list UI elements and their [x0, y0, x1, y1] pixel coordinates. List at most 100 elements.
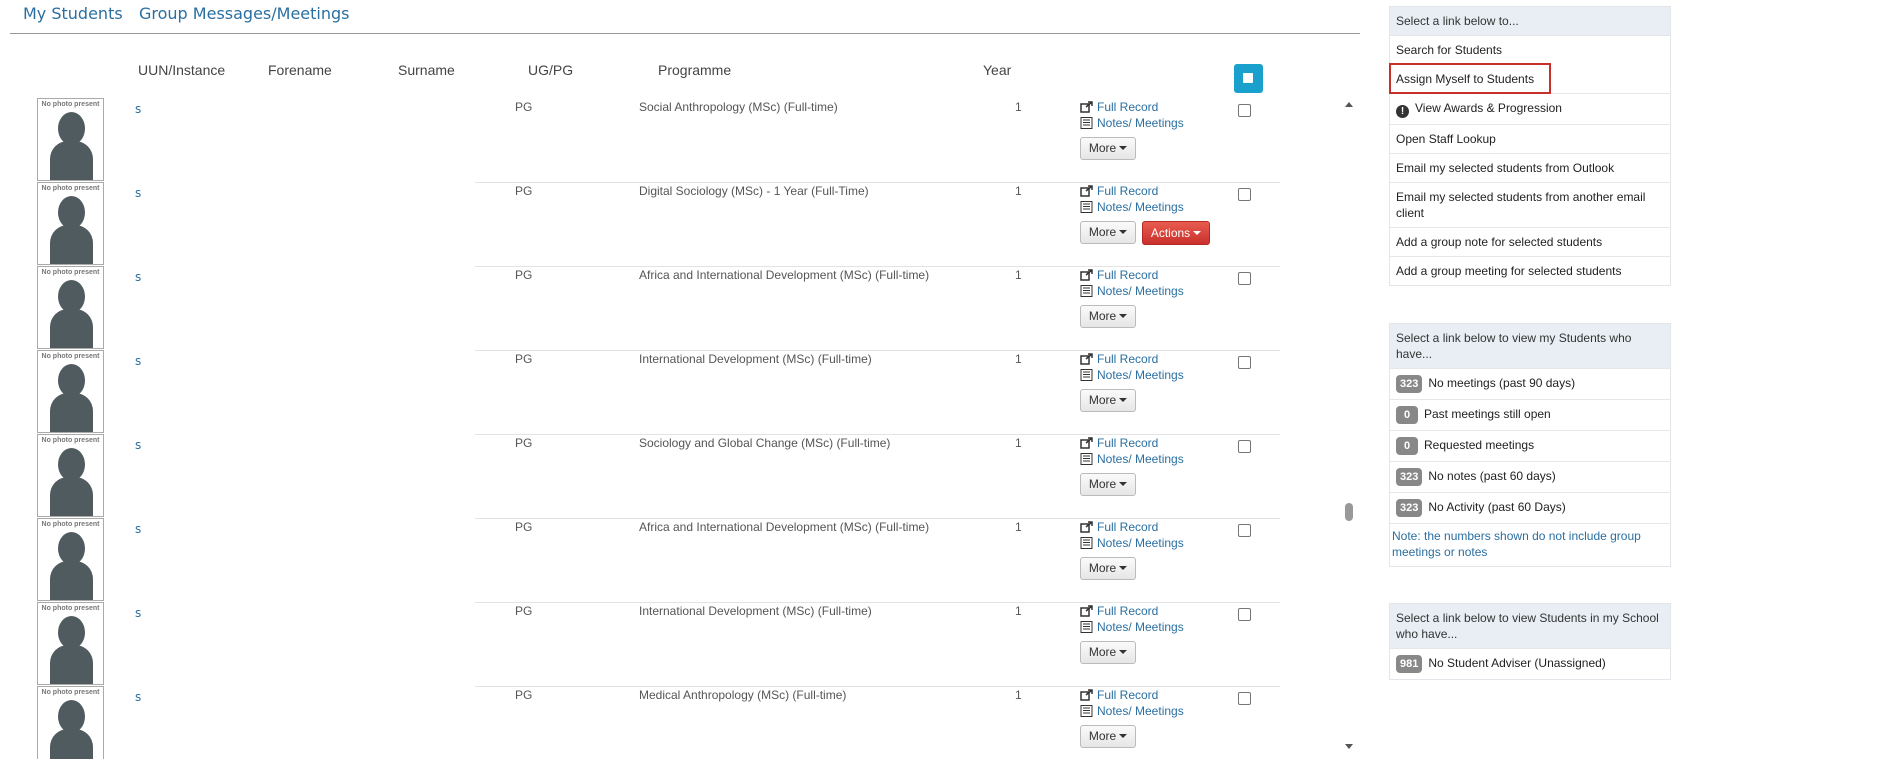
count-badge: 323 [1396, 375, 1423, 393]
link-add-group-meeting[interactable]: Add a group meeting for selected student… [1390, 256, 1670, 285]
row-divider [475, 182, 1280, 183]
tab-group-messages-meetings[interactable]: Group Messages/Meetings [139, 4, 350, 23]
my-students-filters-panel: Select a link below to view my Students … [1389, 323, 1671, 567]
count-badge: 981 [1396, 655, 1423, 673]
silhouette-body-icon [50, 561, 93, 600]
more-dropdown-button[interactable]: More [1080, 305, 1136, 328]
external-link-icon [1080, 268, 1097, 282]
link-assign-myself-to-students[interactable]: Assign Myself to Students [1389, 63, 1551, 94]
select-all-button[interactable] [1234, 64, 1263, 93]
student-uun-link[interactable]: s [135, 270, 141, 284]
notes-meetings-link[interactable]: Notes/ Meetings [1080, 536, 1184, 550]
student-uun-link[interactable]: s [135, 438, 141, 452]
notes-icon [1080, 536, 1097, 550]
more-label: More [1088, 477, 1117, 491]
notes-meetings-label: Notes/ Meetings [1097, 704, 1184, 718]
filter-link[interactable]: 323 No meetings (past 90 days) [1390, 368, 1670, 399]
filter-link[interactable]: 323 No notes (past 60 days) [1390, 461, 1670, 492]
column-header-level[interactable]: UG/PG [528, 62, 573, 78]
notes-meetings-link[interactable]: Notes/ Meetings [1080, 116, 1184, 130]
link-email-other-client[interactable]: Email my selected students from another … [1390, 182, 1670, 227]
notes-icon [1080, 284, 1097, 298]
photo-placeholder-text: No photo present [41, 521, 100, 528]
notes-icon [1080, 116, 1097, 130]
link-search-for-students[interactable]: Search for Students [1390, 35, 1670, 64]
table-row: No photo present s PG Social Anthropology (… [0, 98, 1300, 182]
student-photo-placeholder: No photo present [37, 518, 104, 601]
link-add-group-note[interactable]: Add a group note for selected students [1390, 227, 1670, 256]
school-students-filters-panel: Select a link below to view Students in … [1389, 603, 1671, 680]
column-header-surname[interactable]: Surname [398, 62, 455, 78]
student-select-checkbox[interactable] [1238, 188, 1251, 201]
more-dropdown-button[interactable]: More [1080, 557, 1136, 580]
filter-link[interactable]: 0 Requested meetings [1390, 430, 1670, 461]
photo-placeholder-text: No photo present [41, 185, 100, 192]
more-label: More [1088, 561, 1117, 575]
filter-label: Requested meetings [1424, 438, 1535, 452]
notes-meetings-link[interactable]: Notes/ Meetings [1080, 200, 1184, 214]
student-uun-link[interactable]: s [135, 522, 141, 536]
row-divider [475, 350, 1280, 351]
external-link-icon [1080, 604, 1097, 618]
link-open-staff-lookup[interactable]: Open Staff Lookup [1390, 124, 1670, 153]
external-link-icon [1080, 100, 1097, 114]
filter-link[interactable]: 981 No Student Adviser (Unassigned) [1390, 648, 1670, 679]
column-header-forename[interactable]: Forename [268, 62, 332, 78]
full-record-link[interactable]: Full Record [1080, 352, 1158, 366]
full-record-link[interactable]: Full Record [1080, 100, 1158, 114]
full-record-link[interactable]: Full Record [1080, 268, 1158, 282]
full-record-link[interactable]: Full Record [1080, 604, 1158, 618]
student-select-checkbox[interactable] [1238, 440, 1251, 453]
column-header-uun[interactable]: UUN/Instance [138, 62, 225, 78]
student-select-checkbox[interactable] [1238, 272, 1251, 285]
column-header-programme[interactable]: Programme [658, 62, 731, 78]
student-select-checkbox[interactable] [1238, 104, 1251, 117]
actions-dropdown-button[interactable]: Actions [1142, 221, 1210, 245]
photo-placeholder-text: No photo present [41, 269, 100, 276]
student-uun-link[interactable]: s [135, 102, 141, 116]
full-record-link[interactable]: Full Record [1080, 520, 1158, 534]
student-select-checkbox[interactable] [1238, 608, 1251, 621]
student-uun-link[interactable]: s [135, 186, 141, 200]
more-dropdown-button[interactable]: More [1080, 389, 1136, 412]
count-badge: 323 [1396, 468, 1423, 486]
filter-link[interactable]: 0 Past meetings still open [1390, 399, 1670, 430]
full-record-link[interactable]: Full Record [1080, 688, 1158, 702]
panel-note: Note: the numbers shown do not include g… [1390, 523, 1670, 566]
student-year: 1 [1015, 100, 1022, 114]
full-record-link[interactable]: Full Record [1080, 184, 1158, 198]
more-dropdown-button[interactable]: More [1080, 641, 1136, 664]
notes-meetings-link[interactable]: Notes/ Meetings [1080, 368, 1184, 382]
scroll-up-arrow-icon[interactable] [1345, 102, 1353, 107]
student-programme: Africa and International Development (MS… [639, 520, 930, 534]
column-header-year[interactable]: Year [983, 62, 1011, 78]
more-label: More [1088, 729, 1117, 743]
student-select-checkbox[interactable] [1238, 356, 1251, 369]
filter-link[interactable]: 323 No Activity (past 60 Days) [1390, 492, 1670, 523]
more-dropdown-button[interactable]: More [1080, 137, 1136, 160]
student-select-checkbox[interactable] [1238, 692, 1251, 705]
student-select-checkbox[interactable] [1238, 524, 1251, 537]
student-table: No photo present s PG Social Anthropology (… [0, 98, 1300, 759]
student-uun-link[interactable]: s [135, 690, 141, 704]
table-row: No photo present s PG Sociology and Global … [0, 434, 1300, 518]
notes-meetings-link[interactable]: Notes/ Meetings [1080, 704, 1184, 718]
full-record-link[interactable]: Full Record [1080, 436, 1158, 450]
row-divider [475, 434, 1280, 435]
more-label: More [1088, 309, 1117, 323]
notes-meetings-link[interactable]: Notes/ Meetings [1080, 284, 1184, 298]
more-dropdown-button[interactable]: More [1080, 221, 1136, 244]
student-uun-link[interactable]: s [135, 606, 141, 620]
more-dropdown-button[interactable]: More [1080, 725, 1136, 748]
link-view-awards-progression[interactable]: ! View Awards & Progression [1390, 93, 1670, 124]
notes-meetings-link[interactable]: Notes/ Meetings [1080, 620, 1184, 634]
notes-meetings-link[interactable]: Notes/ Meetings [1080, 452, 1184, 466]
link-email-outlook[interactable]: Email my selected students from Outlook [1390, 153, 1670, 182]
tab-my-students[interactable]: My Students [23, 4, 123, 23]
scroll-thumb[interactable] [1345, 503, 1353, 521]
more-dropdown-button[interactable]: More [1080, 473, 1136, 496]
student-uun-link[interactable]: s [135, 354, 141, 368]
table-scrollbar[interactable] [1343, 98, 1355, 759]
filter-label: No notes (past 60 days) [1428, 469, 1556, 483]
scroll-down-arrow-icon[interactable] [1345, 744, 1353, 749]
